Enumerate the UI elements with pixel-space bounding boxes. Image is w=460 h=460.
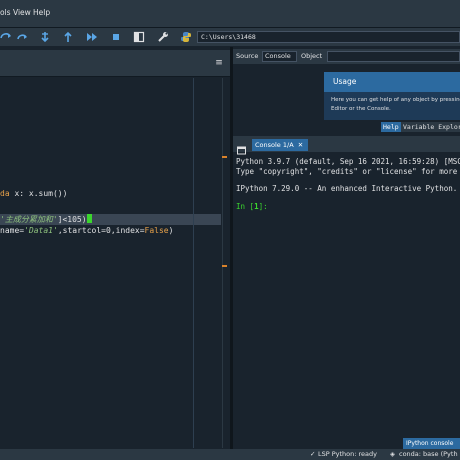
editor-options-icon[interactable]: ≡	[213, 58, 225, 68]
step-over-icon[interactable]	[0, 31, 12, 43]
tab-variable-explorer[interactable]: Variable Explore	[401, 122, 460, 132]
wrench-icon[interactable]	[157, 31, 169, 43]
help-object-input[interactable]	[327, 51, 460, 62]
code-excel-end: )	[168, 226, 174, 235]
menu-tools[interactable]: ols	[0, 8, 11, 17]
close-icon[interactable]: ✕	[298, 141, 303, 149]
stop-icon[interactable]	[110, 31, 122, 43]
menu-bar: ols View Help	[0, 0, 460, 28]
console-prompt[interactable]: In [1]:	[236, 202, 268, 212]
editor-pane[interactable]	[0, 47, 230, 449]
code-excel-keyword: False	[144, 226, 169, 235]
python-path-icon[interactable]	[180, 31, 192, 43]
lsp-status-icon: ✓	[310, 450, 316, 458]
code-excel-prefix: name=	[0, 226, 25, 235]
code-mask-string: '主成分累加和'	[0, 215, 58, 224]
maximize-pane-icon[interactable]	[133, 31, 145, 43]
console-output-line: Python 3.9.7 (default, Sep 16 2021, 16:5…	[236, 157, 460, 166]
code-excel-sheet-string: 'Data1'	[24, 226, 58, 235]
console-output-line: IPython 7.29.0 -- An enhanced Interactiv…	[236, 184, 458, 193]
code-line-lambda[interactable]: da x: x.sum())	[0, 188, 67, 199]
conda-status: conda: base (Pyth	[399, 450, 458, 458]
console-options-icon[interactable]	[237, 140, 246, 155]
scroll-marker	[222, 156, 227, 158]
menu-help[interactable]: Help	[33, 8, 50, 17]
text-cursor	[86, 214, 92, 223]
usage-text-line-1: Here you can get help of any object by p…	[331, 97, 460, 103]
tab-help[interactable]: Help	[381, 122, 401, 132]
code-lambda-rest: x: x.sum())	[9, 189, 68, 198]
scroll-marker	[222, 265, 227, 267]
help-source-label: Source	[236, 52, 259, 60]
step-return-icon[interactable]	[39, 31, 51, 43]
code-lambda-keyword: da	[0, 189, 10, 198]
help-source-select[interactable]: Console	[262, 51, 297, 62]
console-output-line: Type "copyright", "credits" or "license"…	[236, 167, 458, 176]
editor-tab-bar	[0, 50, 230, 77]
step-into-icon[interactable]	[16, 31, 28, 43]
code-mask-rest: ]<105)	[57, 215, 87, 224]
menu-view[interactable]: View	[13, 8, 31, 17]
lsp-status: LSP Python: ready	[318, 450, 378, 458]
usage-title: Usage	[324, 72, 460, 92]
working-directory-field[interactable]: C:\Users\31468	[197, 31, 460, 43]
code-line-to-excel[interactable]: name='Data1',startcol=0,index=False)	[0, 225, 173, 236]
console-tab-label: Console 1/A	[255, 141, 294, 149]
console-tab[interactable]: Console 1/A ✕	[252, 139, 308, 151]
editor-edge-line	[193, 78, 194, 448]
conda-status-icon: ◈	[390, 450, 395, 458]
step-out-icon[interactable]	[62, 31, 74, 43]
help-object-label: Object	[301, 52, 323, 60]
usage-text-line-2: Editor or the Console.	[331, 106, 391, 112]
code-line-mask[interactable]: '主成分累加和']<105)	[0, 214, 92, 225]
continue-icon[interactable]	[86, 31, 98, 43]
status-bar: ✓ LSP Python: ready ◈ conda: base (Pyth	[0, 449, 460, 460]
code-excel-mid2: ,index=	[110, 226, 145, 235]
usage-text: Here you can get help of any object by p…	[324, 92, 460, 120]
code-excel-mid: ,startcol=	[57, 226, 106, 235]
prompt-in: In [	[236, 202, 255, 211]
tab-ipython-console[interactable]: IPython console	[403, 438, 460, 449]
prompt-end: ]:	[258, 202, 268, 211]
console-pane[interactable]	[233, 136, 460, 449]
